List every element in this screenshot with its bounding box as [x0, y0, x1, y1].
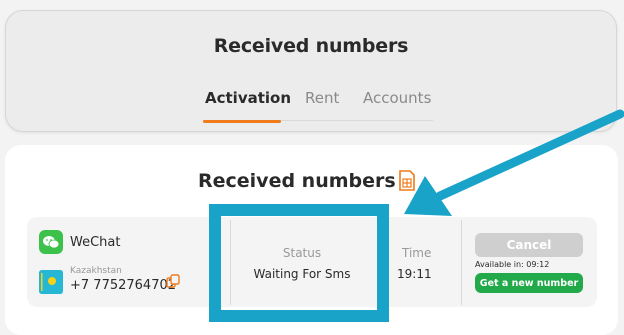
service-name: WeChat — [70, 235, 121, 250]
tab-bar: Activation Rent Accounts — [203, 89, 433, 123]
status-highlight-box — [209, 204, 389, 322]
orders-title: Received numbers — [198, 170, 396, 192]
spreadsheet-file-icon[interactable] — [399, 170, 415, 191]
tab-accounts[interactable]: Accounts — [363, 89, 431, 107]
tab-activation[interactable]: Activation — [205, 89, 291, 107]
kazakhstan-flag-icon — [39, 270, 63, 294]
tab-rent[interactable]: Rent — [305, 89, 339, 107]
column-divider — [461, 220, 462, 305]
cancel-button[interactable]: Cancel — [475, 233, 583, 257]
copy-icon[interactable] — [166, 274, 180, 288]
header-title: Received numbers — [213, 35, 409, 57]
active-tab-indicator — [203, 120, 281, 123]
available-timer: Available in: 09:12 — [475, 260, 550, 269]
phone-number: +7 7752764702 — [70, 278, 177, 293]
country-name: Kazakhstan — [70, 266, 122, 276]
time-label: Time — [402, 246, 432, 260]
time-value: 19:11 — [397, 267, 432, 281]
header-card: Received numbers Activation Rent Account… — [5, 10, 617, 132]
get-new-number-button[interactable]: Get a new number — [475, 273, 583, 293]
wechat-icon — [39, 230, 63, 254]
